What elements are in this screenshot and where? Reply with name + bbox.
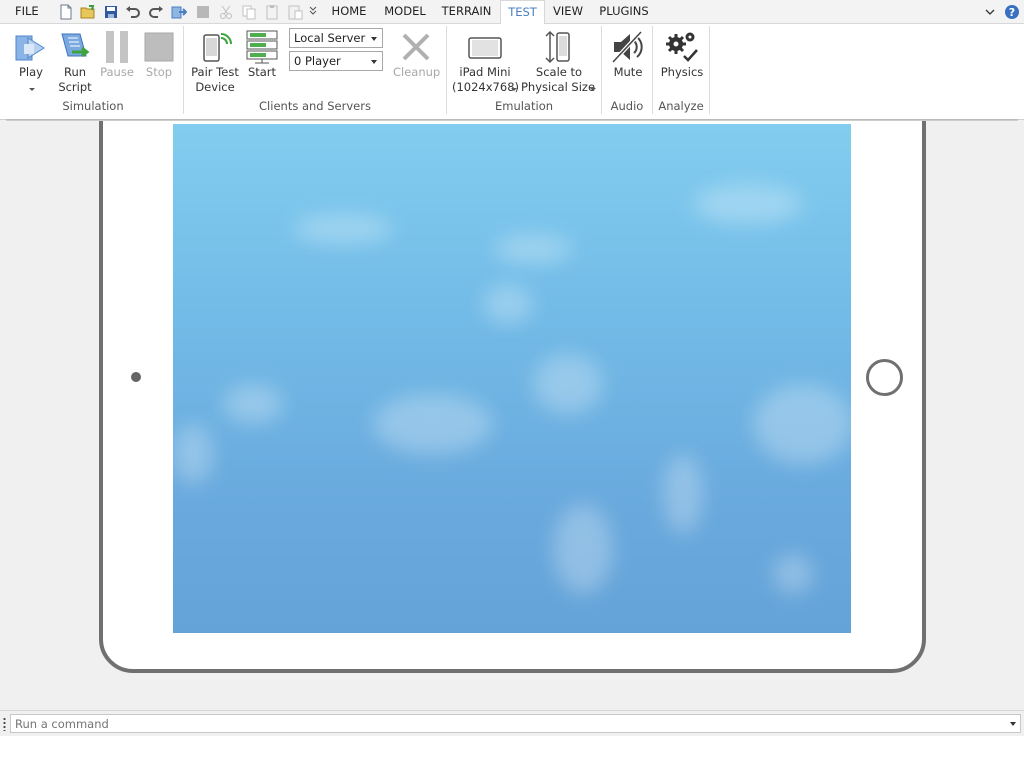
- ribbon: Play Run Script Pause Stop Simulation Pa…: [0, 24, 1024, 120]
- paste-into-icon: [287, 4, 303, 20]
- tab-model[interactable]: MODEL: [380, 0, 430, 24]
- speaker-mute-icon: [611, 30, 645, 68]
- copy-icon: [241, 4, 257, 20]
- customize-chevron-icon[interactable]: [308, 6, 318, 18]
- cloud: [533, 354, 603, 414]
- phone-wifi-icon: [198, 30, 232, 68]
- mute-button[interactable]: Mute: [606, 30, 650, 96]
- game-viewport[interactable]: [0, 121, 1024, 710]
- camera-icon: [131, 372, 141, 382]
- cloud: [293, 214, 393, 244]
- scale-arrows-icon: [542, 30, 576, 68]
- pause-icon: [100, 30, 134, 68]
- new-file-icon[interactable]: [58, 4, 74, 20]
- close-x-icon: [399, 30, 433, 68]
- tab-test[interactable]: TEST: [500, 0, 545, 25]
- tab-home[interactable]: HOME: [328, 0, 370, 24]
- help-icon[interactable]: ?: [1004, 4, 1020, 20]
- group-divider: [652, 26, 653, 114]
- tab-view[interactable]: VIEW: [550, 0, 586, 24]
- physics-button[interactable]: Physics: [658, 30, 706, 96]
- cloud: [223, 384, 283, 424]
- studio-window: FILE HOME MODEL TERRAIN TEST VIEW PLUGIN…: [0, 0, 1024, 768]
- home-button-icon: [866, 359, 903, 396]
- start-button[interactable]: Start: [243, 30, 281, 96]
- player-select-arrow-icon: [371, 60, 377, 64]
- cloud: [373, 394, 493, 454]
- server-select[interactable]: Local Server: [289, 28, 383, 48]
- file-menu[interactable]: FILE: [9, 0, 45, 24]
- scale-physical-size-button[interactable]: Scale to Physical Size: [521, 30, 597, 96]
- stop-square-icon: [195, 4, 211, 20]
- run-script-icon: [58, 30, 92, 68]
- cloud: [173, 424, 213, 484]
- player-select-value: 0 Player: [294, 54, 341, 68]
- svg-text:?: ?: [1009, 6, 1015, 19]
- simulation-group-label: Simulation: [62, 99, 124, 113]
- play-dropdown-icon[interactable]: [29, 88, 35, 91]
- cloud: [493, 234, 573, 264]
- tab-terrain[interactable]: TERRAIN: [439, 0, 494, 24]
- undo-icon[interactable]: [125, 4, 141, 20]
- cloud: [483, 284, 533, 324]
- audio-group-label: Audio: [610, 99, 644, 113]
- output-area: [0, 736, 1024, 768]
- redo-icon[interactable]: [148, 4, 164, 20]
- play-icon: [14, 30, 48, 68]
- stop-icon: [142, 30, 176, 68]
- group-divider: [183, 26, 184, 114]
- publish-icon[interactable]: [171, 4, 187, 20]
- server-select-arrow-icon: [371, 37, 377, 41]
- analyze-group-label: Analyze: [658, 99, 704, 113]
- cloud: [773, 554, 813, 594]
- server-select-value: Local Server: [294, 31, 366, 45]
- device-dropdown-icon[interactable]: [511, 88, 517, 91]
- emulation-group-label: Emulation: [494, 99, 554, 113]
- tablet-device-icon: [468, 30, 502, 68]
- group-divider: [446, 26, 447, 114]
- command-history-dropdown-icon[interactable]: [1010, 722, 1016, 726]
- paste-icon: [264, 4, 280, 20]
- server-rack-icon: [245, 30, 279, 68]
- clients-servers-group-label: Clients and Servers: [259, 99, 371, 113]
- player-select[interactable]: 0 Player: [289, 51, 383, 71]
- cloud: [663, 454, 703, 534]
- device-screen-sky[interactable]: [173, 124, 851, 633]
- cleanup-button[interactable]: Cleanup: [393, 30, 440, 96]
- command-bar: [0, 710, 1024, 736]
- pair-test-device-button[interactable]: Pair Test Device: [190, 30, 240, 96]
- scale-dropdown-icon[interactable]: [590, 88, 596, 91]
- menu-bar: FILE HOME MODEL TERRAIN TEST VIEW PLUGIN…: [0, 0, 1024, 25]
- group-divider: [709, 26, 710, 114]
- cut-icon: [218, 4, 234, 20]
- gears-check-icon: [665, 30, 699, 68]
- cloud: [693, 184, 803, 224]
- play-button[interactable]: Play: [10, 30, 52, 96]
- group-divider: [601, 26, 602, 114]
- save-icon[interactable]: [103, 4, 119, 20]
- cloud: [553, 504, 613, 594]
- stop-button[interactable]: Stop: [139, 30, 179, 96]
- run-script-button[interactable]: Run Script: [55, 30, 95, 96]
- open-file-icon[interactable]: [80, 4, 96, 20]
- collapse-ribbon-icon[interactable]: [982, 4, 998, 20]
- grip-handle-icon[interactable]: [3, 717, 6, 731]
- pause-button[interactable]: Pause: [97, 30, 137, 96]
- command-input[interactable]: [10, 714, 1021, 733]
- device-select-button[interactable]: iPad Mini (1024x768): [452, 30, 519, 96]
- cloud: [753, 384, 851, 464]
- tab-plugins[interactable]: PLUGINS: [595, 0, 653, 24]
